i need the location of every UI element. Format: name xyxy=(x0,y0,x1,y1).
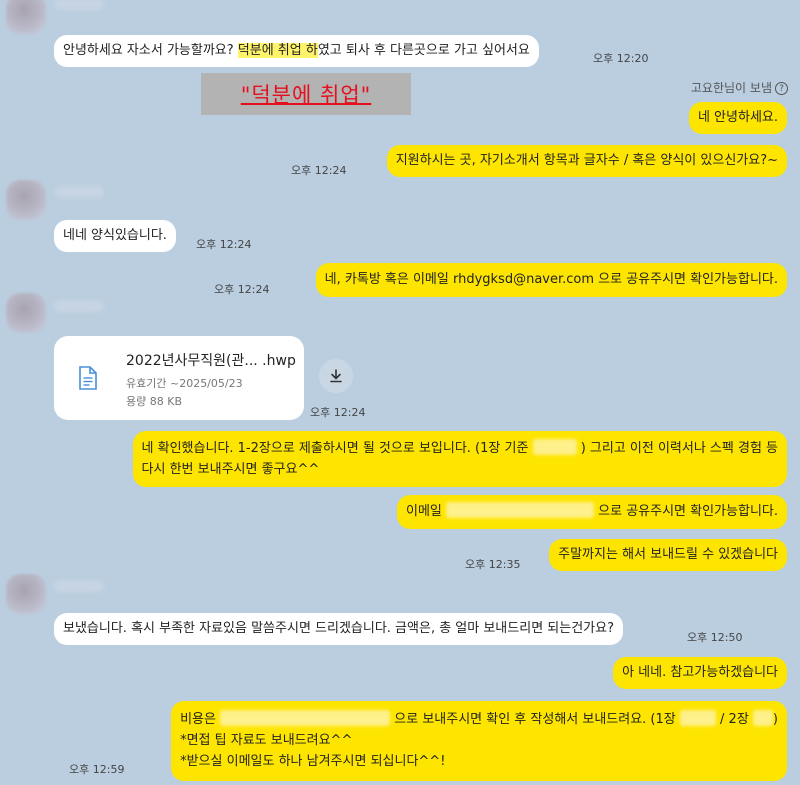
highlighted-text: 덕분에 취업 하 xyxy=(237,43,318,58)
message-bubble[interactable]: 네네 양식있습니다. xyxy=(54,220,176,252)
message-bubble[interactable]: 아 네네. 참고가능하겠습니다 xyxy=(613,657,787,689)
message-text: 아 네네. 참고가능하겠습니다 xyxy=(622,665,778,680)
message-text: 지원하시는 곳, 자기소개서 항목과 글자수 / 혹은 양식이 있으신가요?~ xyxy=(395,153,778,168)
message-text: 네 확인했습니다. 1-2장으로 제출하시면 될 것으로 보입니다. (1장 기… xyxy=(141,441,529,456)
message-text: 으로 보내주시면 확인 후 작성해서 보내드려요. (1장 xyxy=(394,712,676,727)
file-name: 2022년사무직원(관... .hwp xyxy=(126,353,296,369)
read-receipt: 고요한님이 보냄? xyxy=(691,79,788,96)
message-text: 보냈습니다. 혹시 부족한 자료있음 말씀주시면 드리겠습니다. 금액은, 총 … xyxy=(63,621,614,636)
message-bubble[interactable]: 이메일 으로 공유주시면 확인가능합니다. xyxy=(396,495,787,529)
redacted-amount xyxy=(679,710,716,726)
message-line: 네 확인했습니다. 1-2장으로 제출하시면 될 것으로 보입니다. (1장 기… xyxy=(142,438,778,459)
message-time: 오후 12:24 xyxy=(196,238,252,251)
message-text: 안녕하세요 자소서 가능할까요? xyxy=(63,43,238,58)
message-bubble[interactable]: 지원하시는 곳, 자기소개서 항목과 글자수 / 혹은 양식이 있으신가요?~ xyxy=(386,145,787,177)
document-icon xyxy=(79,366,97,390)
message-text: 주말까지는 해서 보내드릴 수 있겠습니다 xyxy=(558,547,778,562)
sender-name xyxy=(54,300,104,312)
message-bubble[interactable]: 네 확인했습니다. 1-2장으로 제출하시면 될 것으로 보입니다. (1장 기… xyxy=(132,431,787,487)
avatar[interactable] xyxy=(6,293,46,333)
avatar[interactable] xyxy=(6,180,46,220)
sender-name xyxy=(54,186,104,198)
message-bubble[interactable]: 네 안녕하세요. xyxy=(688,102,787,134)
message-time: 오후 12:24 xyxy=(214,283,270,296)
message-text: 으로 공유주시면 확인가능합니다. xyxy=(598,504,778,519)
message-text: ) 그리고 이전 이력서나 스펙 경험 등 xyxy=(580,441,778,456)
message-text: 다시 한번 보내주시면 좋구요^^ xyxy=(141,462,320,477)
avatar[interactable] xyxy=(6,0,46,34)
message-text: *받으실 이메일도 하나 남겨주시면 되십니다^^! xyxy=(180,754,446,769)
message-text: 비용은 xyxy=(180,712,216,727)
message-text: ) xyxy=(772,712,778,727)
message-time: 오후 12:24 xyxy=(310,406,366,419)
file-expiry: 유효기간 ~2025/05/23 xyxy=(126,377,243,390)
sender-name xyxy=(54,580,104,592)
file-attachment[interactable]: 2022년사무직원(관... .hwp 유효기간 ~2025/05/23 용량 … xyxy=(54,336,304,420)
download-icon xyxy=(330,369,342,383)
file-size: 용량 88 KB xyxy=(126,395,182,408)
download-button[interactable] xyxy=(319,359,353,393)
redacted-email xyxy=(446,502,595,518)
annotation-caption: "덕분에 취업" xyxy=(201,73,411,115)
read-receipt-text: 고요한님이 보냄 xyxy=(690,81,772,95)
redacted-amount xyxy=(220,710,391,726)
message-text: 네 안녕하세요. xyxy=(697,110,778,125)
message-bubble[interactable]: 보냈습니다. 혹시 부족한 자료있음 말씀주시면 드리겠습니다. 금액은, 총 … xyxy=(54,613,623,645)
message-bubble[interactable]: 안녕하세요 자소서 가능할까요? 덕분에 취업 하였고 퇴사 후 다른곳으로 가… xyxy=(54,35,539,67)
sender-name xyxy=(54,0,104,10)
message-text: 이메일 xyxy=(405,504,442,519)
redacted-amount xyxy=(752,710,773,726)
message-time: 오후 12:35 xyxy=(465,558,521,571)
message-bubble[interactable]: 주말까지는 해서 보내드릴 수 있겠습니다 xyxy=(549,539,787,571)
message-text: 네네 양식있습니다. xyxy=(63,228,167,243)
redacted-text xyxy=(532,439,577,455)
message-time: 오후 12:24 xyxy=(291,164,347,177)
avatar[interactable] xyxy=(6,574,46,614)
message-time: 오후 12:50 xyxy=(687,631,743,644)
message-text: *면접 팁 자료도 보내드려요^^ xyxy=(180,733,353,748)
caption-text: "덕분에 취업" xyxy=(240,83,372,107)
message-time: 오후 12:20 xyxy=(593,52,649,65)
message-line: 비용은 으로 보내주시면 확인 후 작성해서 보내드려요. (1장 / 2장 ) xyxy=(180,709,778,730)
message-bubble[interactable]: 네, 카톡방 혹은 이메일 rhdygksd@naver.com 으로 공유주시… xyxy=(315,263,787,297)
message-text: 였고 퇴사 후 다른곳으로 가고 싶어서요 xyxy=(317,43,530,58)
message-text: 네, 카톡방 혹은 이메일 rhdygksd@naver.com 으로 공유주시… xyxy=(324,272,778,287)
question-circle-icon[interactable]: ? xyxy=(775,82,788,95)
message-time: 오후 12:59 xyxy=(69,763,125,776)
message-text: / 2장 xyxy=(720,712,749,727)
message-bubble[interactable]: 비용은 으로 보내주시면 확인 후 작성해서 보내드려요. (1장 / 2장 )… xyxy=(171,701,787,781)
